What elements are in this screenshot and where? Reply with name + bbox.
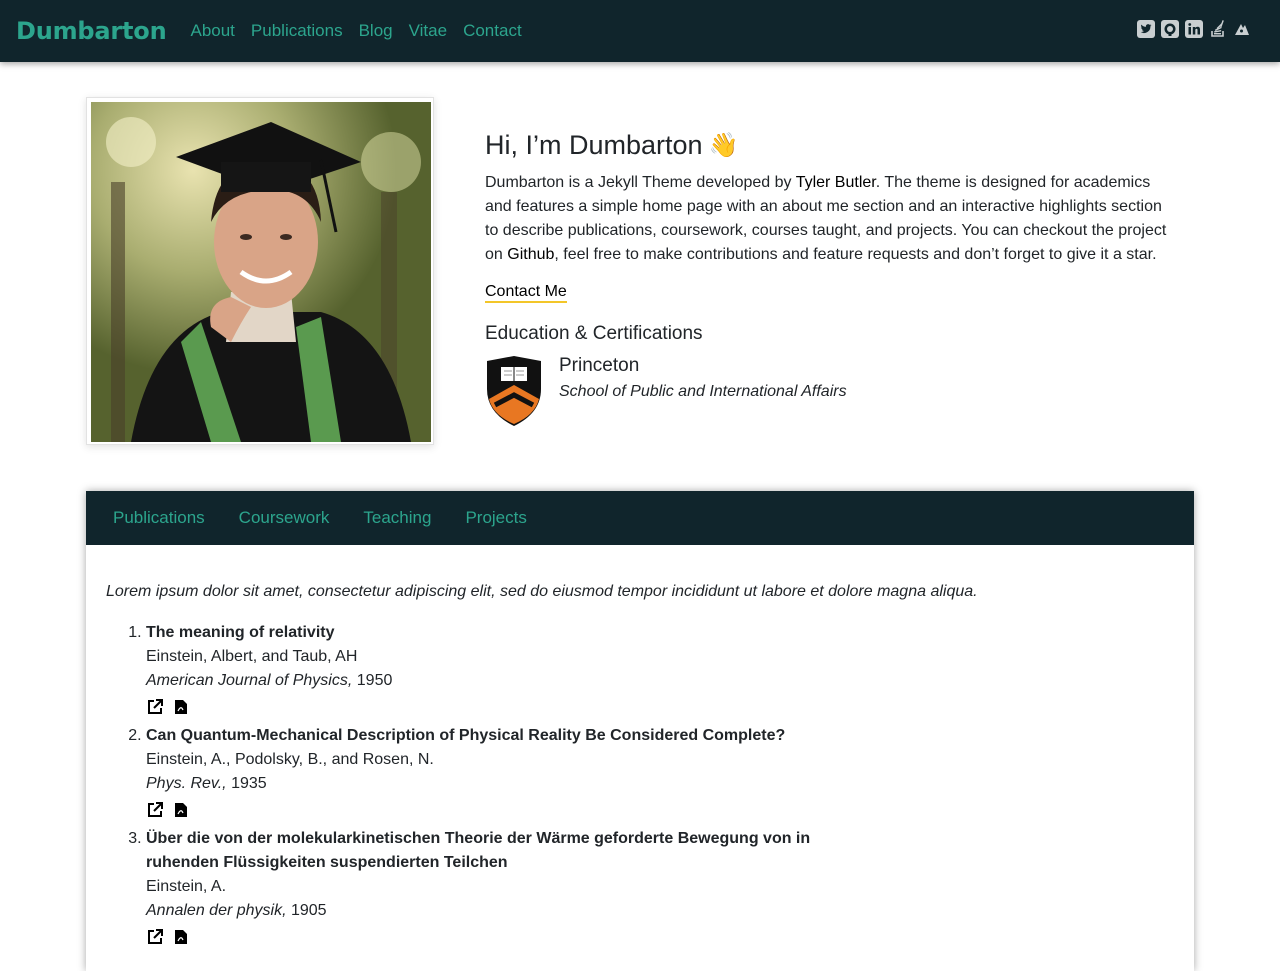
nav-link-about[interactable]: About bbox=[190, 21, 234, 41]
site-brand[interactable]: Dumbarton bbox=[16, 17, 167, 45]
education-heading: Education & Certifications bbox=[485, 323, 703, 344]
publication-title: Can Quantum-Mechanical Description of Ph… bbox=[146, 727, 786, 744]
publication-links bbox=[146, 927, 1174, 947]
nav-link-blog[interactable]: Blog bbox=[359, 21, 393, 41]
bio-text-suffix: , feel free to make contributions and fe… bbox=[554, 246, 1157, 263]
author-link[interactable]: Tyler Butler bbox=[796, 174, 876, 191]
publication-item: The meaning of relativity Einstein, Albe… bbox=[146, 621, 1174, 717]
publication-links bbox=[146, 800, 1174, 820]
nav-links: About Publications Blog Vitae Contact bbox=[190, 21, 521, 41]
pdf-icon[interactable] bbox=[174, 802, 188, 818]
publication-item: Can Quantum-Mechanical Description of Ph… bbox=[146, 724, 1174, 820]
profile-photo bbox=[91, 102, 431, 442]
external-link-icon[interactable] bbox=[146, 928, 164, 946]
publication-authors: Einstein, A., Podolsky, B., and Rosen, N… bbox=[146, 751, 434, 768]
publication-title: The meaning of relativity bbox=[146, 624, 335, 641]
publication-authors: Einstein, A. bbox=[146, 878, 227, 895]
education-school: School of Public and International Affai… bbox=[559, 383, 847, 400]
twitter-icon[interactable] bbox=[1136, 19, 1156, 39]
publication-authors: Einstein, Albert, and Taub, AH bbox=[146, 648, 358, 665]
publication-title: Über die von der molekularkinetischen Th… bbox=[146, 830, 811, 871]
publication-links bbox=[146, 697, 1174, 717]
publication-venue: American Journal of Physics, 1950 bbox=[146, 669, 1174, 693]
highlights-tabs: Publications Coursework Teaching Project… bbox=[86, 491, 1194, 545]
stackoverflow-icon[interactable] bbox=[1208, 19, 1228, 39]
publication-list: The meaning of relativity Einstein, Albe… bbox=[106, 621, 1174, 947]
bio-text-prefix: Dumbarton is a Jekyll Theme developed by bbox=[485, 174, 796, 191]
publication-year: 1905 bbox=[290, 902, 327, 919]
publication-year: 1950 bbox=[356, 672, 393, 689]
publication-item: Über die von der molekularkinetischen Th… bbox=[146, 827, 1174, 947]
greeting-text: Hi, I’m Dumbarton bbox=[485, 130, 703, 160]
top-navbar: Dumbarton About Publications Blog Vitae … bbox=[0, 0, 1280, 62]
highlights-card: Publications Coursework Teaching Project… bbox=[86, 491, 1194, 971]
tab-publications[interactable]: Publications bbox=[113, 508, 205, 528]
bio-paragraph: Dumbarton is a Jekyll Theme developed by… bbox=[485, 171, 1175, 267]
publication-journal: Phys. Rev., bbox=[146, 775, 227, 792]
social-links bbox=[1136, 19, 1252, 39]
princeton-shield-icon bbox=[487, 356, 541, 426]
inspire-icon[interactable] bbox=[1232, 19, 1252, 39]
education-institution: Princeton bbox=[559, 355, 640, 376]
github-icon[interactable] bbox=[1160, 19, 1180, 39]
pdf-icon[interactable] bbox=[174, 699, 188, 715]
publication-journal: Annalen der physik, bbox=[146, 902, 287, 919]
publication-venue: Annalen der physik, 1905 bbox=[146, 899, 1174, 923]
nav-link-vitae[interactable]: Vitae bbox=[409, 21, 447, 41]
tab-projects[interactable]: Projects bbox=[465, 508, 526, 528]
education-item: Princeton School of Public and Internati… bbox=[485, 355, 1185, 427]
publications-intro: Lorem ipsum dolor sit amet, consectetur … bbox=[106, 583, 978, 600]
greeting-heading: Hi, I’m Dumbarton 👋 bbox=[485, 130, 1185, 161]
about-section: Hi, I’m Dumbarton 👋 Dumbarton is a Jekyl… bbox=[485, 130, 1185, 427]
tab-teaching[interactable]: Teaching bbox=[363, 508, 431, 528]
publication-venue: Phys. Rev., 1935 bbox=[146, 772, 1174, 796]
profile-photo-frame bbox=[86, 97, 434, 445]
tab-coursework[interactable]: Coursework bbox=[239, 508, 330, 528]
publication-journal: American Journal of Physics, bbox=[146, 672, 353, 689]
waving-hand-icon: 👋 bbox=[708, 132, 739, 159]
publication-year: 1935 bbox=[231, 775, 267, 792]
external-link-icon[interactable] bbox=[146, 801, 164, 819]
nav-link-publications[interactable]: Publications bbox=[251, 21, 343, 41]
pdf-icon[interactable] bbox=[174, 929, 188, 945]
nav-link-contact[interactable]: Contact bbox=[463, 21, 522, 41]
external-link-icon[interactable] bbox=[146, 698, 164, 716]
contact-me-link[interactable]: Contact Me bbox=[485, 283, 567, 303]
github-link[interactable]: Github bbox=[507, 246, 554, 263]
publications-panel: Lorem ipsum dolor sit amet, consectetur … bbox=[86, 545, 1194, 947]
linkedin-icon[interactable] bbox=[1184, 19, 1204, 39]
